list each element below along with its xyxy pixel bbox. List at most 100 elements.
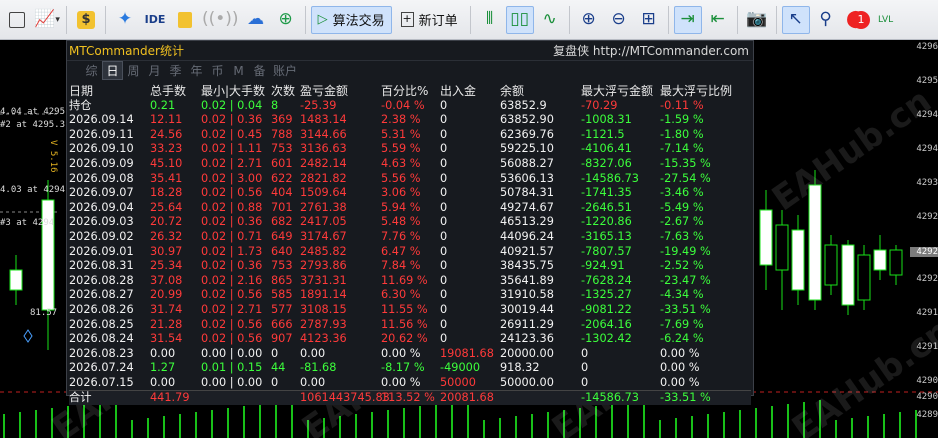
dollar-icon[interactable]: $	[72, 6, 100, 34]
holding-row[interactable]: 持仓 0.21 0.02 | 0.04 8 -25.39 -0.04 % 0 63852.9 -…	[69, 99, 751, 114]
total-row[interactable]: 合计 441.79 1061443745.83 113.52 % 20081.68 -14…	[69, 390, 751, 406]
cell-maxfl: -4106.41	[581, 142, 632, 156]
statistics-panel[interactable]: MTCommander统计 复盘侠 http://MTCommander.com…	[66, 40, 754, 406]
vps-icon[interactable]: ⊕	[272, 6, 300, 34]
cell-lots: 33.23	[150, 142, 183, 156]
table-row[interactable]: 2026.08.23 0.00 0.00 | 0.00 0 0.00 0.00 % 1908…	[69, 347, 751, 362]
tab-day[interactable]: 日	[102, 61, 123, 80]
website-link[interactable]: 复盘侠 http://MTCommander.com	[553, 42, 749, 59]
level-icon[interactable]: LVL	[872, 6, 900, 34]
cell-pct: 5.59 %	[381, 142, 421, 156]
table-row[interactable]: 2026.07.15 0.00 0.00 | 0.00 0 0.00 0.00 % 5000…	[69, 376, 751, 391]
cell-lots: 441.79	[150, 391, 190, 405]
table-row[interactable]: 2026.09.07 18.28 0.02 | 0.56 404 1509.64 3.06…	[69, 186, 751, 201]
cell-date: 2026.09.04	[69, 200, 134, 214]
cell-lots: 1.27	[150, 361, 176, 375]
statistics-table: 日期 总手数 最小|大手数 次数 盈亏金额 百分比% 出入金 余额 最大浮亏金额…	[69, 84, 751, 406]
table-body: 持仓 0.21 0.02 | 0.04 8 -25.39 -0.04 % 0 63852.9 -…	[69, 99, 751, 406]
market-bag-icon[interactable]	[171, 6, 199, 34]
chart-shift-icon[interactable]: ⇤	[704, 6, 732, 34]
col-header-percent: 百分比%	[381, 84, 429, 98]
tab-quarter[interactable]: 季	[165, 62, 186, 79]
cell-maxfl: -2646.51	[581, 200, 632, 214]
cell-maxfl: 0	[581, 346, 589, 360]
cell-pct: 5.48 %	[381, 215, 421, 229]
cell-minmax: 0.00 | 0.00	[201, 375, 263, 389]
cell-count: 601	[271, 156, 293, 170]
price-axis-label: 4290	[916, 376, 938, 386]
tab-magic[interactable]: M	[228, 64, 249, 78]
cell-lots: 20.99	[150, 288, 183, 302]
cell-balance: 46513.29	[500, 215, 554, 229]
cell-minmax: 0.02 | 0.36	[201, 215, 263, 229]
chart-grid-icon[interactable]	[3, 6, 31, 34]
cell-io: 0	[440, 332, 448, 346]
cell-balance: 44096.24	[500, 229, 554, 243]
new-order-button[interactable]: + 新订单	[394, 6, 465, 34]
candlestick-icon[interactable]: ▯▯	[505, 5, 534, 34]
table-row[interactable]: 2026.08.24 31.54 0.02 | 0.56 907 4123.36 20.6…	[69, 332, 751, 347]
tab-comment[interactable]: 备	[249, 62, 270, 79]
signal-icon[interactable]: ((•))	[201, 6, 240, 34]
table-row[interactable]: 2026.09.01 30.97 0.02 | 1.73 640 2485.82 6.47…	[69, 245, 751, 260]
tab-week[interactable]: 周	[123, 62, 144, 79]
cell-date: 持仓	[69, 98, 92, 112]
table-row[interactable]: 2026.09.04 25.64 0.02 | 0.88 701 2761.38 5.94…	[69, 201, 751, 216]
table-row[interactable]: 2026.08.27 20.99 0.02 | 0.56 585 1891.14 6.30…	[69, 288, 751, 303]
tab-account[interactable]: 账户	[270, 62, 300, 79]
cell-maxflpct: -19.49 %	[660, 244, 711, 258]
cell-date: 2026.08.31	[69, 259, 134, 273]
cell-maxflpct: -1.80 %	[660, 127, 704, 141]
lvl-label: LVL	[877, 14, 894, 25]
ide-button[interactable]: IDE	[141, 6, 169, 34]
cell-pct: 7.76 %	[381, 229, 421, 243]
cloud-icon[interactable]: ☁	[242, 6, 270, 34]
cell-minmax: 0.02 | 2.71	[201, 302, 263, 316]
cell-io: 0	[440, 113, 448, 127]
bar-chart-icon[interactable]: ⫴	[476, 6, 504, 34]
table-row[interactable]: 2026.08.26 31.74 0.02 | 2.71 577 3108.15 11.5…	[69, 303, 751, 318]
table-row[interactable]: 2026.09.08 35.41 0.02 | 3.00 622 2821.82 5.56…	[69, 172, 751, 187]
autoscroll-icon[interactable]: ⇥	[673, 5, 702, 34]
cell-lots: 35.41	[150, 171, 183, 185]
screenshot-icon[interactable]: 📷	[743, 6, 771, 34]
cell-pct: 0.00 %	[381, 375, 421, 389]
table-row[interactable]: 2026.08.25 21.28 0.02 | 0.56 666 2787.93 11.5…	[69, 318, 751, 333]
zoom-out-icon[interactable]: ⊖	[605, 6, 633, 34]
table-row[interactable]: 2026.09.09 45.10 0.02 | 2.71 601 2482.14 4.63…	[69, 157, 751, 172]
main-toolbar: 📈 ▾ $ ✦ IDE ((•)) ☁ ⊕ ▷ 算法交易 + 新订单 ⫴ ▯▯ ∿…	[0, 0, 938, 40]
candle-body	[824, 244, 838, 286]
cell-date: 2026.09.01	[69, 244, 134, 258]
table-row[interactable]: 2026.08.31 25.34 0.02 | 0.36 753 2793.86 7.84…	[69, 259, 751, 274]
line-chart-icon[interactable]: ∿	[536, 6, 564, 34]
cell-count: 907	[271, 332, 293, 346]
table-row[interactable]: 2026.08.28 37.08 0.02 | 2.16 865 3731.31 11.6…	[69, 274, 751, 289]
cell-pct: 7.84 %	[381, 259, 421, 273]
tab-symbol[interactable]: 币	[207, 62, 228, 79]
cell-count: 404	[271, 186, 293, 200]
table-row[interactable]: 2026.09.02 26.32 0.02 | 0.71 649 3174.67 7.76…	[69, 230, 751, 245]
cell-pct: -0.04 %	[381, 98, 425, 112]
cell-pct: 4.63 %	[381, 156, 421, 170]
cell-date: 2026.08.28	[69, 273, 134, 287]
tab-year[interactable]: 年	[186, 62, 207, 79]
search-icon[interactable]: ⚲	[812, 6, 840, 34]
table-row[interactable]: 2026.09.14 12.11 0.02 | 0.36 369 1483.14 2.38…	[69, 113, 751, 128]
tab-month[interactable]: 月	[144, 62, 165, 79]
table-row[interactable]: 2026.07.24 1.27 0.01 | 0.15 44 -81.68 -8.17 %…	[69, 361, 751, 376]
cell-date: 2026.09.10	[69, 142, 134, 156]
navigator-icon[interactable]: ✦	[111, 6, 139, 34]
table-row[interactable]: 2026.09.03 20.72 0.02 | 0.36 682 2417.05 5.48…	[69, 215, 751, 230]
chart-type-dropdown[interactable]: 📈 ▾	[33, 6, 61, 34]
cell-pct: 6.30 %	[381, 288, 421, 302]
panel-header: MTCommander统计 复盘侠 http://MTCommander.com	[67, 41, 753, 61]
tab-summary[interactable]: 综	[81, 62, 102, 79]
tile-windows-icon[interactable]: ⊞	[635, 6, 663, 34]
cell-pct: 11.55 %	[381, 302, 428, 316]
algo-trading-button[interactable]: ▷ 算法交易	[310, 5, 392, 34]
cursor-icon[interactable]: ↖	[781, 5, 810, 34]
zoom-in-icon[interactable]: ⊕	[575, 6, 603, 34]
table-row[interactable]: 2026.09.11 24.56 0.02 | 0.45 788 3144.66 5.31…	[69, 128, 751, 143]
table-row[interactable]: 2026.09.10 33.23 0.02 | 1.11 753 3136.63 5.59…	[69, 142, 751, 157]
cell-maxfl: -14586.73	[581, 391, 639, 405]
